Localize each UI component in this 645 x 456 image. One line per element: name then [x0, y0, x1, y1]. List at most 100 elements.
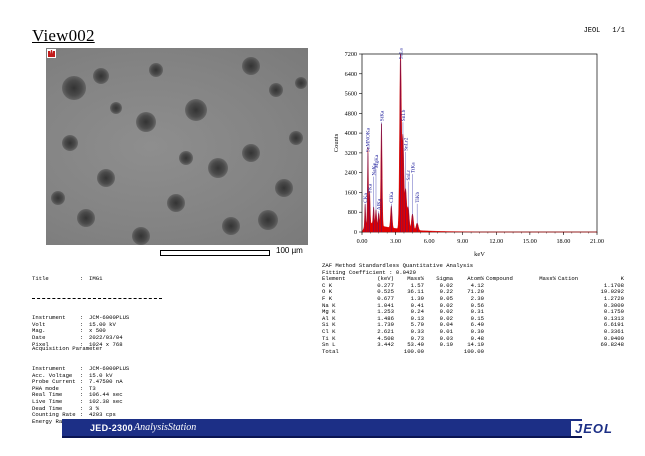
x-tick-label: 0.00: [357, 238, 368, 245]
quant-cell: [558, 289, 586, 296]
particle: [62, 76, 86, 100]
particle: [295, 77, 307, 89]
quant-cell: [532, 296, 558, 303]
sem-image[interactable]: [46, 48, 308, 245]
peak-label: SnLb: [401, 109, 407, 121]
x-axis-label: keV: [474, 251, 485, 258]
quant-cell: [558, 309, 586, 316]
x-tick-label: 3.00: [390, 238, 401, 245]
particle: [185, 99, 207, 121]
quant-cell: [486, 309, 532, 316]
quant-cell: [532, 316, 558, 323]
quant-cell: [486, 303, 532, 310]
quant-cell: Total: [322, 347, 339, 355]
plot-frame: [361, 53, 598, 233]
quant-cell: [486, 342, 532, 349]
info-title-value: IMG1: [89, 275, 103, 283]
peak-label: SnMNOKa: [366, 127, 372, 152]
quant-cell: Cation: [558, 275, 579, 283]
y-tick-label: 3200: [345, 150, 357, 157]
quant-cell: 0.19: [439, 341, 453, 349]
particle: [167, 194, 185, 212]
particle: [222, 217, 240, 235]
particle: [93, 68, 109, 84]
quant-cell: [486, 322, 532, 329]
quant-cell: [558, 283, 586, 290]
quant-cell: [486, 289, 532, 296]
x-tick-label: 21.00: [590, 238, 604, 245]
particle: [77, 209, 95, 227]
footer-model: JED-2300: [90, 423, 133, 433]
particle: [208, 158, 228, 178]
quant-cell: Compound: [486, 275, 513, 283]
peak-label: MgKa: [374, 154, 380, 168]
info-divider: [32, 297, 162, 299]
y-tick-label: 0: [354, 229, 357, 236]
y-tick-label: 4000: [345, 130, 357, 137]
quant-cell: [532, 342, 558, 349]
quant-cell: [532, 336, 558, 343]
acquisition-block: Acquisition Parameter Instrument: JCM-600…: [32, 333, 129, 432]
quant-cell: [558, 322, 586, 329]
quant-total-row: Total 100.00 100.00: [322, 347, 626, 356]
quant-cell: [532, 283, 558, 290]
jeol-logo: JEOL: [571, 421, 617, 436]
quant-cell: [558, 296, 586, 303]
x-tick-label: 6.00: [424, 238, 435, 245]
footer-bar: JED-2300 AnalysisStation JEOL: [62, 419, 617, 438]
quant-cell: [532, 322, 558, 329]
particle: [62, 135, 78, 151]
brand-label: JEOL: [583, 27, 601, 35]
particle: [110, 102, 122, 114]
peak-label: TiKb: [415, 191, 421, 202]
particle: [275, 179, 293, 197]
quant-cell: [486, 316, 532, 323]
info-title-label: Title: [32, 275, 49, 283]
report-header-right: JEOL 1/1: [572, 27, 625, 35]
y-tick-label: 800: [348, 209, 357, 216]
particle: [97, 169, 115, 187]
quant-cell: [532, 289, 558, 296]
quant-cell: [558, 349, 586, 356]
scale-bar: [160, 250, 270, 256]
y-tick-label: 7200: [345, 51, 357, 58]
y-tick-label: 1600: [345, 189, 357, 196]
page-indicator: 1/1: [612, 27, 625, 35]
quant-cell: 69.8248: [600, 341, 625, 349]
quant-cell: 100.00: [403, 347, 424, 355]
particle: [258, 210, 278, 230]
quant-cell: [558, 336, 586, 343]
particle: [242, 144, 260, 162]
quant-cell: [426, 349, 455, 356]
peak-label: SnLr2: [403, 137, 409, 151]
particle: [179, 151, 193, 165]
peak-label: ClKa: [389, 191, 395, 203]
quant-cell: 3.442: [377, 341, 394, 349]
footer-product: AnalysisStation: [134, 422, 197, 433]
quant-cell: [532, 329, 558, 336]
eds-spectrum-chart: 0 800 1600 2400 3200 4000 4800 5600 6400 7200 0.00…: [333, 48, 604, 258]
quant-cell: [486, 283, 532, 290]
quant-cell: [558, 316, 586, 323]
x-tick-label: 9.00: [457, 238, 468, 245]
peak-label: FKa: [367, 183, 373, 193]
quant-cell: Mass%: [539, 275, 556, 283]
acquisition-heading: Acquisition Parameter: [32, 345, 103, 353]
particle: [132, 227, 150, 245]
scale-bar-label: 100 µm: [276, 246, 303, 255]
particle: [242, 57, 260, 75]
quant-cell: [486, 329, 532, 336]
particle: [149, 63, 163, 77]
x-tick-label: 15.00: [523, 238, 537, 245]
peak-label: SnLa: [398, 48, 404, 60]
y-tick-label: 2400: [345, 170, 357, 177]
quant-cell: [558, 342, 586, 349]
quant-table: Element (keV) Mass% Sigma Atom% Compound Mass%…: [322, 276, 626, 355]
y-tick-label: 5600: [345, 91, 357, 98]
quant-cell: [532, 309, 558, 316]
report-title: View002: [32, 26, 95, 45]
particle: [136, 112, 156, 132]
footer: JED-2300 AnalysisStation JEOL: [0, 419, 645, 449]
y-tick-label: 4800: [345, 110, 357, 117]
particle: [289, 131, 303, 145]
